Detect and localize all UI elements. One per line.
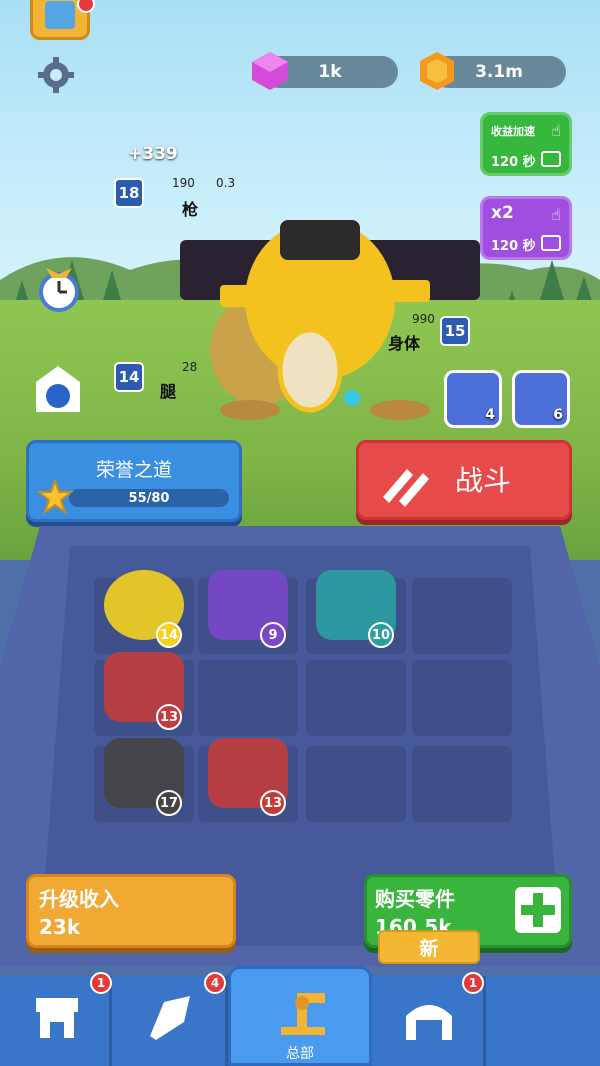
board-cell[interactable] bbox=[306, 746, 406, 822]
lightning-skill-button[interactable]: 6 bbox=[512, 370, 570, 428]
double-boost-title: x2 bbox=[491, 203, 514, 223]
leg-level: 14 bbox=[114, 362, 144, 392]
leg-stat: 28 bbox=[182, 360, 198, 374]
video-icon bbox=[541, 235, 561, 251]
tab-hq[interactable]: 总部 bbox=[228, 966, 372, 1066]
board-cell[interactable] bbox=[198, 660, 298, 736]
robot-mech bbox=[180, 220, 480, 420]
body-defense: 990 bbox=[412, 312, 435, 326]
leg-name: 腿 bbox=[160, 382, 177, 401]
tab-garage[interactable]: 1 bbox=[372, 972, 486, 1066]
battle-label: 战斗 bbox=[455, 464, 512, 497]
board-cell[interactable] bbox=[412, 660, 512, 736]
parts-badge: 4 bbox=[204, 972, 226, 994]
board-cell[interactable] bbox=[412, 746, 512, 822]
part-level: 17 bbox=[156, 790, 182, 816]
honor-progress-bar: 55/80 bbox=[69, 489, 229, 507]
part-icon bbox=[150, 996, 190, 1040]
garage-icon bbox=[406, 1005, 452, 1040]
tap-hand-icon: ☝ bbox=[551, 121, 561, 140]
buy-title: 购买零件 bbox=[375, 887, 455, 911]
board-cell[interactable] bbox=[412, 578, 512, 654]
coin-amount: 3.1m bbox=[475, 62, 523, 82]
gun-level: 18 bbox=[114, 178, 144, 208]
alarm-clock-icon[interactable] bbox=[36, 262, 82, 314]
income-boost-time: 120 秒 bbox=[491, 155, 536, 170]
part-level: 10 bbox=[368, 622, 394, 648]
part-level: 14 bbox=[156, 622, 182, 648]
part-level: 13 bbox=[260, 790, 286, 816]
drone-skill-button[interactable]: 4 bbox=[444, 370, 502, 428]
battle-button[interactable]: 战斗 bbox=[356, 440, 572, 520]
lightning-skill-count: 6 bbox=[553, 407, 563, 423]
list-icon bbox=[45, 1, 75, 29]
tab-shop[interactable]: 1 bbox=[0, 972, 112, 1066]
shop-badge: 1 bbox=[90, 972, 112, 994]
honor-path-button[interactable]: 荣誉之道 55/80 bbox=[26, 440, 242, 522]
gem-icon bbox=[252, 52, 288, 90]
tap-hand-icon: ☝ bbox=[551, 205, 561, 224]
board-cell[interactable] bbox=[306, 660, 406, 736]
double-boost-button[interactable]: x2 ☝ 120 秒 bbox=[480, 196, 572, 260]
task-list-button[interactable] bbox=[30, 0, 95, 40]
part-level: 9 bbox=[260, 622, 286, 648]
income-popup-text: +339 bbox=[128, 144, 178, 164]
gem-amount: 1k bbox=[318, 62, 342, 82]
tab-parts[interactable]: 4 bbox=[112, 972, 228, 1066]
gun-attack: 190 bbox=[172, 176, 195, 190]
new-badge-text: 新 bbox=[419, 937, 439, 960]
part-level: 13 bbox=[156, 704, 182, 730]
double-boost-time: 120 秒 bbox=[491, 239, 536, 254]
upgrade-title: 升级收入 bbox=[39, 887, 119, 911]
robot-arm-icon bbox=[281, 993, 325, 1035]
upgrade-cost: 23k bbox=[39, 915, 81, 939]
income-boost-button[interactable]: 收益加速 ☝ 120 秒 bbox=[480, 112, 572, 176]
shop-icon bbox=[36, 998, 78, 1038]
rockets-icon bbox=[383, 469, 429, 507]
drone-skill-count: 4 bbox=[485, 407, 495, 423]
tab-hq-label: 总部 bbox=[286, 1046, 314, 1062]
body-name: 身体 bbox=[388, 334, 421, 353]
body-level: 15 bbox=[440, 316, 470, 346]
new-badge: 新 bbox=[378, 930, 480, 964]
income-boost-title: 收益加速 bbox=[491, 125, 535, 138]
mascot-icon[interactable] bbox=[32, 362, 84, 416]
star-icon bbox=[37, 479, 73, 515]
garage-badge: 1 bbox=[462, 972, 484, 994]
gun-speed: 0.3 bbox=[216, 176, 236, 190]
income-popup: +339 bbox=[128, 144, 178, 164]
video-icon bbox=[541, 151, 561, 167]
upgrade-income-button[interactable]: 升级收入 23k bbox=[26, 874, 236, 948]
plus-icon bbox=[515, 887, 561, 933]
gear-icon[interactable] bbox=[36, 55, 76, 95]
coin-icon bbox=[420, 52, 454, 90]
gun-name: 枪 bbox=[182, 200, 199, 219]
honor-progress-text: 55/80 bbox=[128, 490, 170, 506]
honor-title: 荣誉之道 bbox=[95, 459, 172, 481]
